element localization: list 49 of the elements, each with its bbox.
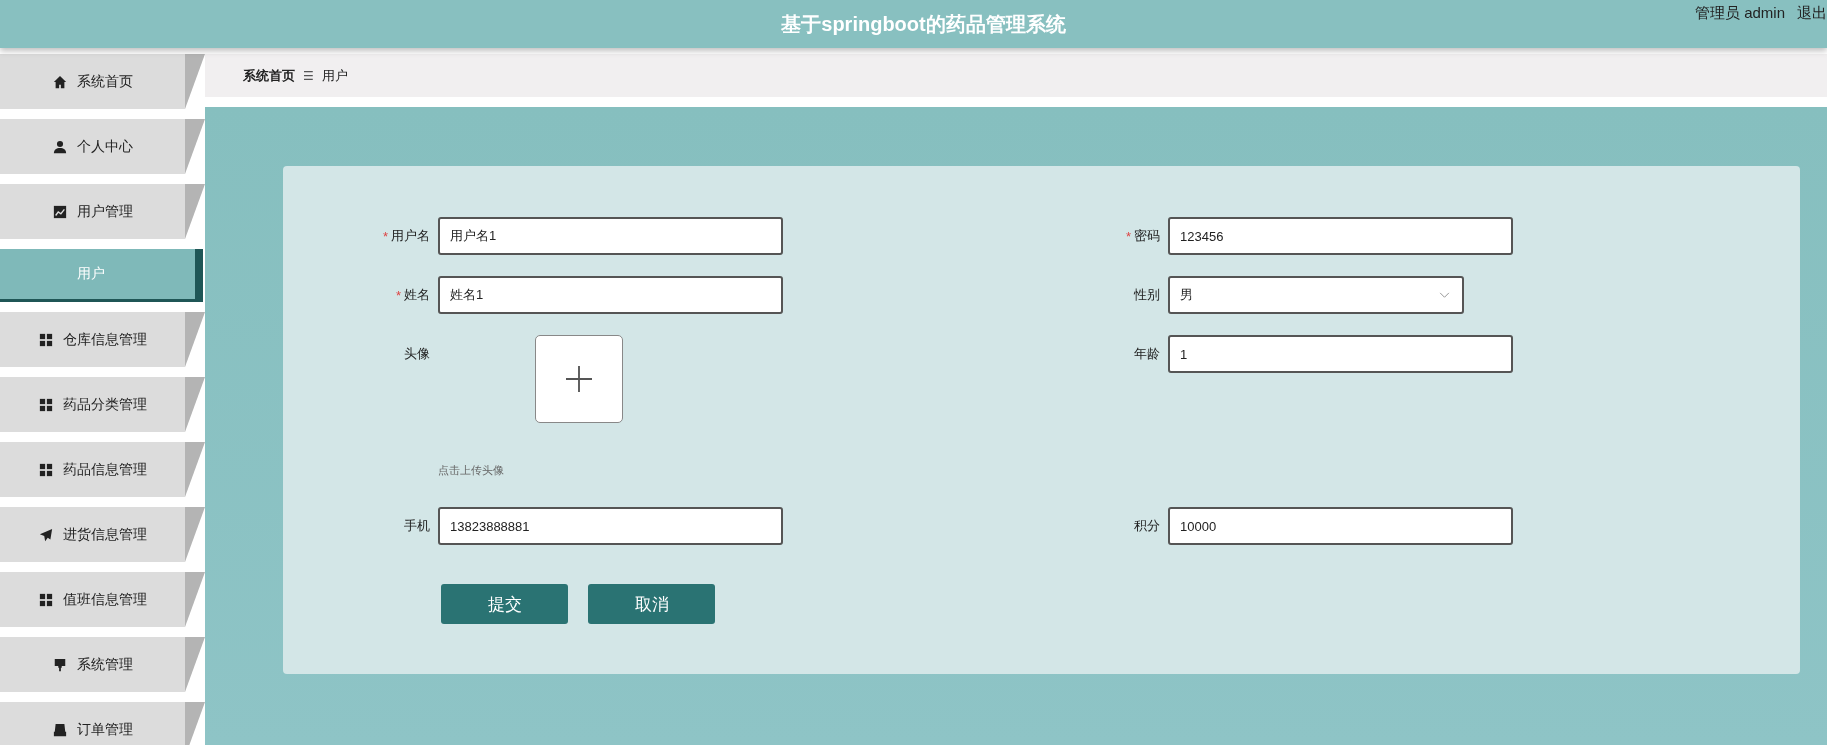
sidebar-item[interactable]: 个人中心 (0, 119, 205, 174)
user-icon (52, 139, 67, 154)
logout-link[interactable]: 退出 (1797, 4, 1827, 23)
field-label: 年龄 (1134, 345, 1160, 363)
grid-icon (38, 462, 53, 477)
input-field[interactable]: 10000 (1168, 507, 1513, 545)
field-label: 密码 (1134, 227, 1160, 245)
chart-icon (52, 204, 67, 219)
grid-icon (38, 397, 53, 412)
sidebar-item[interactable]: 系统管理 (0, 637, 205, 692)
user-label: 管理员 admin (1694, 4, 1785, 23)
field-label: 手机 (404, 517, 430, 535)
sidebar-item[interactable]: 药品分类管理 (0, 377, 205, 432)
field-label: 积分 (1134, 517, 1160, 535)
input-field[interactable]: 1 (1168, 335, 1513, 373)
field-label: 性别 (1134, 286, 1160, 304)
required-mark: * (395, 287, 401, 303)
sidebar-item[interactable]: 进货信息管理 (0, 507, 205, 562)
required-mark: * (1125, 228, 1131, 244)
field-label: 头像 (404, 345, 430, 363)
field-label: 姓名 (404, 286, 430, 304)
app-title: 基于springboot的药品管理系统 (781, 11, 1066, 37)
chevron-down-icon (1439, 291, 1450, 299)
sidebar-item[interactable]: 用户管理 (0, 184, 205, 239)
breadcrumb-link[interactable]: 用户 (321, 66, 348, 85)
sidebar-item[interactable]: 仓库信息管理 (0, 312, 205, 367)
send-icon (38, 527, 53, 542)
input-field[interactable]: 13823888881 (438, 507, 783, 545)
sidebar-item[interactable]: 值班信息管理 (0, 572, 205, 627)
submit-button[interactable]: 提交 (441, 584, 568, 624)
input-field[interactable]: 用户名1 (438, 217, 783, 255)
sidebar-item[interactable]: 系统首页 (0, 54, 205, 109)
breadcrumb-separator: ☰ (303, 68, 314, 83)
field-label: 用户名 (391, 227, 430, 245)
required-mark: * (382, 228, 388, 244)
grid-icon (38, 592, 53, 607)
select-field[interactable]: 男 (1168, 276, 1464, 314)
cancel-button[interactable]: 取消 (588, 584, 715, 624)
upload-hint: 点击上传头像 (438, 463, 505, 478)
grid-icon (38, 332, 53, 347)
input-field[interactable]: 123456 (1168, 217, 1513, 255)
breadcrumb-link[interactable]: 系统首页 (243, 66, 295, 85)
sidebar-item[interactable]: 药品信息管理 (0, 442, 205, 497)
upload-button[interactable] (535, 335, 623, 423)
plus-icon (566, 366, 592, 392)
home-icon (52, 74, 67, 89)
input-field[interactable]: 姓名1 (438, 276, 783, 314)
tray-icon (52, 722, 67, 737)
brush-icon (52, 657, 67, 672)
